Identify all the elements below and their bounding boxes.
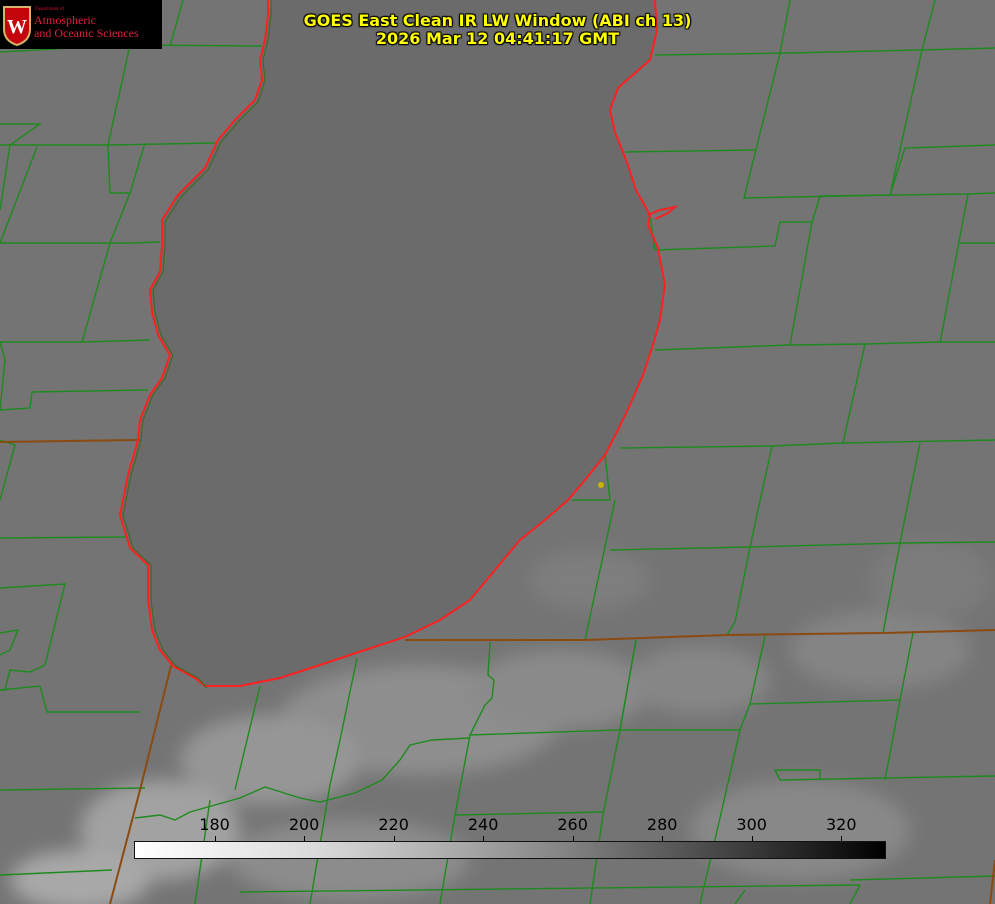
colorbar-tick-mark <box>393 836 395 841</box>
colorbar-tick-mark <box>662 836 664 841</box>
colorbar-tick-mark <box>304 836 306 841</box>
colorbar-tick-label: 200 <box>288 815 320 834</box>
satellite-image-viewer: W Department of Atmospheric and Oceanic … <box>0 0 995 904</box>
colorbar-tick-label: 180 <box>199 815 230 834</box>
colorbar-tick-label: 260 <box>557 815 588 834</box>
satellite-map <box>0 0 995 904</box>
colorbar-tick-mark <box>572 836 574 841</box>
colorbar-tick-label: 300 <box>736 815 767 834</box>
colorbar-tick-label: 280 <box>646 815 678 834</box>
colorbar-tick-label: 320 <box>825 815 857 834</box>
temperature-colorbar <box>134 841 886 859</box>
colorbar-tick-mark <box>751 836 753 841</box>
colorbar-tick-mark <box>214 836 216 841</box>
colorbar-tick-label: 220 <box>378 815 409 834</box>
location-marker <box>598 482 604 488</box>
image-title: GOES East Clean IR LW Window (ABI ch 13) <box>303 11 692 30</box>
colorbar-tick-mark <box>841 836 843 841</box>
colorbar-tick-label: 240 <box>467 815 499 834</box>
image-timestamp: 2026 Mar 12 04:41:17 GMT <box>375 29 620 48</box>
colorbar-tick-mark <box>483 836 485 841</box>
